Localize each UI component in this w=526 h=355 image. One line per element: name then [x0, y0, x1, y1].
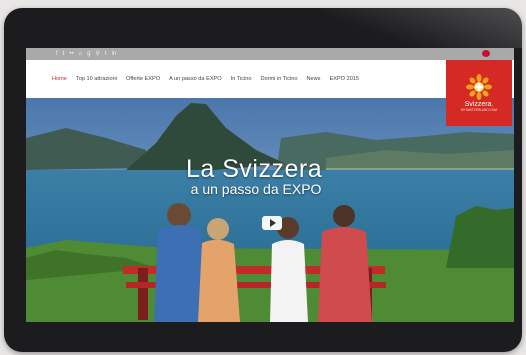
home-icon[interactable]: ⌂ — [79, 48, 83, 60]
logo-tagline: MYSWITZERLAND.COM — [461, 108, 497, 112]
nav-item-expo-2015[interactable]: EXPO 2015 — [329, 76, 359, 82]
tablet-device: f t •• ⌂ g ⚲ t in Home Top 10 attrazioni… — [4, 8, 522, 352]
tumblr-icon[interactable]: t — [105, 48, 107, 60]
nav-item-top-10[interactable]: Top 10 attrazioni — [76, 76, 117, 82]
play-icon — [269, 219, 276, 227]
pinterest-icon[interactable]: ⚲ — [96, 48, 100, 60]
flickr-icon[interactable]: •• — [69, 48, 73, 60]
play-video-button[interactable] — [262, 216, 282, 230]
google-plus-icon[interactable]: g — [87, 48, 90, 60]
switzerland-logo[interactable]: Svizzera. MYSWITZERLAND.COM — [446, 60, 512, 126]
main-nav: Home Top 10 attrazioni Offerte EXPO A un… — [26, 60, 514, 98]
hero-headline: La Svizzera a un passo da EXPO — [186, 156, 322, 196]
nav-item-news[interactable]: News — [306, 76, 320, 82]
hero-banner: La Svizzera a un passo da EXPO — [26, 98, 514, 322]
hero-landscape-image — [26, 98, 514, 322]
social-bar: f t •• ⌂ g ⚲ t in — [26, 48, 514, 60]
hero-subtitle: a un passo da EXPO — [190, 181, 322, 197]
twitter-icon[interactable]: t — [63, 48, 65, 60]
photo-scene: f t •• ⌂ g ⚲ t in Home Top 10 attrazioni… — [0, 0, 526, 355]
nav-item-home[interactable]: Home — [52, 76, 67, 82]
nav-item-dormi[interactable]: Dormi in Ticino — [260, 76, 297, 82]
facebook-icon[interactable]: f — [56, 48, 58, 60]
linkedin-icon[interactable]: in — [112, 48, 117, 60]
screen-glare — [322, 8, 522, 48]
logo-name: Svizzera. — [464, 101, 494, 108]
nav-item-a-un-passo[interactable]: A un passo da EXPO — [169, 76, 222, 82]
hero-title: La Svizzera — [186, 155, 323, 183]
tablet-screen: f t •• ⌂ g ⚲ t in Home Top 10 attrazioni… — [26, 48, 514, 322]
nav-item-offerte-expo[interactable]: Offerte EXPO — [126, 76, 160, 82]
nav-item-in-ticino[interactable]: In Ticino — [231, 76, 252, 82]
flag-icon[interactable] — [482, 50, 490, 57]
flower-logo-icon — [466, 74, 492, 100]
